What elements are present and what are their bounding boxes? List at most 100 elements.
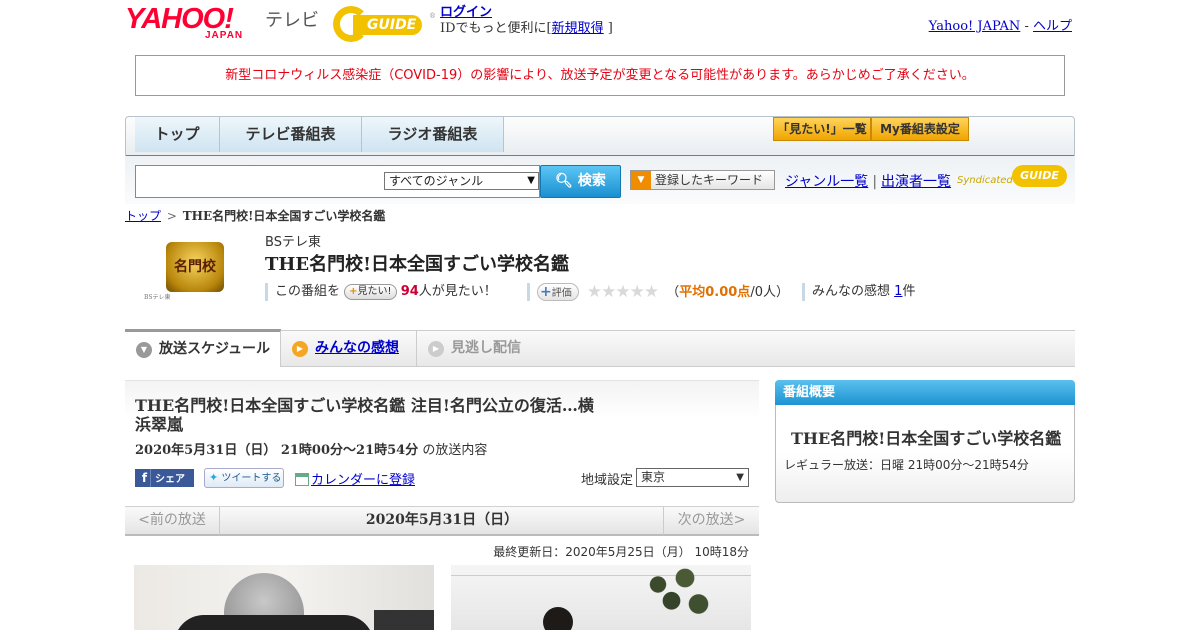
genre-list-link[interactable]: ジャンル一覧 — [785, 174, 868, 190]
tweet-label: ツイートする — [221, 473, 282, 484]
play-icon: ▶ — [292, 341, 308, 357]
tab-label: 見逃し配信 — [451, 340, 521, 356]
dropdown-arrow-icon: ▼ — [736, 472, 744, 483]
tab-broadcast-schedule[interactable]: ▼ 放送スケジュール — [125, 329, 281, 367]
channel-name: BSテレ東 — [265, 235, 321, 250]
broadcast-date-time: 2020年5月31日（日） 21時00分～21時54分 — [135, 443, 419, 458]
broadcast-date-suffix: の放送内容 — [422, 443, 488, 458]
program-logo: 名門校 BSテレ東 — [140, 238, 230, 301]
calendar-icon — [295, 473, 309, 486]
genre-select[interactable]: すべてのジャンル ▼ — [384, 172, 539, 190]
nav-tab-radio-schedule[interactable]: ラジオ番組表 — [362, 117, 504, 152]
broadcast-panel: THE名門校!日本全国すごい学校名鑑 注目!名門公立の復活…横浜翠嵐 2020年… — [125, 380, 759, 506]
login-area: ログイン IDでもっと便利に[新規取得 ] — [440, 5, 613, 37]
top-links: Yahoo! JAPAN - ヘルプ — [929, 15, 1072, 34]
facebook-share-label: シェア — [155, 474, 185, 485]
program-logo-badge: 名門校 — [166, 242, 224, 292]
breadcrumb-separator: > — [166, 209, 177, 223]
id-benefit-text: IDでもっと便利に[ — [440, 21, 552, 36]
facebook-icon: f — [139, 469, 151, 487]
twitter-bird-icon: ✦ — [209, 471, 219, 484]
plant — [631, 565, 721, 630]
search-row: すべてのジャンル ▼ 🔍︎ 検索 ▼ 登録したキーワード ジャンル一覧 | 出演者一… — [125, 156, 1075, 204]
plus-icon: + — [540, 284, 552, 300]
program-logo-channel: BSテレ東 — [144, 294, 171, 301]
play-icon: ▶ — [428, 341, 444, 357]
program-summary-panel: 番組概要 THE名門校!日本全国すごい学校名鑑 レギュラー放送：日曜 21時00… — [775, 380, 1075, 503]
breadcrumb-top-link[interactable]: トップ — [125, 209, 161, 223]
yahoo-logo-sub: JAPAN — [205, 30, 244, 41]
genre-links: ジャンル一覧 | 出演者一覧 — [785, 171, 951, 191]
rating-block: +評価 ★★★★★ （平均0.00点/0人） — [527, 283, 789, 301]
rating-stars-icon: ★★★★★ — [586, 282, 659, 302]
yahoo-japan-link[interactable]: Yahoo! JAPAN — [929, 19, 1021, 34]
reviews-block: みんなの感想 1件 — [802, 283, 915, 301]
dropdown-arrow-icon: ▼ — [527, 175, 535, 186]
register-link[interactable]: 新規取得 — [552, 21, 604, 36]
triangle-down-icon: ▼ — [631, 171, 651, 189]
person-head — [543, 607, 573, 630]
calendar-register: カレンダーに登録 — [295, 469, 415, 488]
prev-broadcast-button[interactable]: <前の放送 — [125, 507, 220, 535]
broadcast-title: THE名門校!日本全国すごい学校名鑑 注目!名門公立の復活…横浜翠嵐 — [135, 396, 594, 434]
login-link[interactable]: ログイン — [440, 5, 492, 20]
program-subtabs: ▼ 放送スケジュール ▶ みんなの感想 ▶ 見逃し配信 — [125, 329, 1075, 367]
mitai-prefix: この番組を — [275, 284, 341, 299]
rating-people: /0人） — [750, 285, 789, 300]
site-header: YAHOO! JAPAN テレビ GUIDE ® ログイン IDでもっと便利に[… — [125, 0, 1075, 48]
yahoo-japan-logo[interactable]: YAHOO! JAPAN — [125, 4, 263, 42]
broadcast-date: 2020年5月31日（日） 21時00分～21時54分 の放送内容 — [135, 439, 487, 458]
region-select[interactable]: 東京 ▼ — [636, 468, 749, 487]
calendar-register-link[interactable]: カレンダーに登録 — [311, 473, 415, 488]
syndicated-gguide-logo: Syndicated GUIDE — [957, 165, 1072, 193]
facebook-share-button[interactable]: f シェア — [135, 469, 194, 487]
summary-regular-slot: レギュラー放送：日曜 21時00分～21時54分 — [784, 458, 1029, 472]
reviews-suffix: 件 — [902, 284, 916, 299]
summary-title: THE名門校!日本全国すごい学校名鑑 — [791, 429, 1062, 448]
search-button-label: 検索 — [577, 173, 606, 189]
syndicated-gguide-text: GUIDE — [1012, 165, 1067, 187]
mitai-count: 94 — [400, 284, 419, 299]
tab-catch-up[interactable]: ▶ 見逃し配信 — [417, 331, 547, 367]
help-link[interactable]: ヘルプ — [1033, 19, 1072, 34]
link-separator: | — [872, 174, 878, 190]
my-schedule-settings-button[interactable]: My番組表設定 — [871, 117, 969, 141]
search-icon: 🔍︎ — [555, 173, 573, 189]
search-button[interactable]: 🔍︎ 検索 — [540, 165, 621, 198]
gguide-logo-text: GUIDE — [353, 15, 423, 35]
person-body — [174, 615, 374, 630]
rating-average: 平均0.00点 — [679, 285, 751, 300]
desk-object — [374, 610, 434, 630]
region-label: 地域設定 — [581, 473, 634, 488]
rate-button[interactable]: +評価 — [537, 283, 579, 301]
region-select-value: 東京 — [641, 470, 666, 484]
gguide-logo[interactable]: GUIDE ® — [333, 6, 436, 42]
breadcrumb: トップ > THE名門校!日本全国すごい学校名鑑 — [125, 207, 385, 224]
registered-keyword-label: 登録したキーワード — [655, 173, 764, 187]
id-benefit-close: ] — [607, 21, 613, 36]
nav-tab-top[interactable]: トップ — [135, 117, 220, 152]
program-photo-1[interactable] — [134, 565, 434, 630]
registered-keyword-button[interactable]: ▼ 登録したキーワード — [630, 170, 775, 190]
current-broadcast-date: 2020年5月31日（日） — [365, 512, 519, 528]
nav-tab-tv-schedule[interactable]: テレビ番組表 — [220, 117, 362, 152]
last-updated: 最終更新日：2020年5月25日（月） 10時18分 — [493, 545, 749, 559]
breadcrumb-current: THE名門校!日本全国すごい学校名鑑 — [182, 209, 386, 223]
tweet-button[interactable]: ✦ ツイートする — [204, 468, 284, 488]
mitai-block: この番組を +見たい! 94人が見たい！ — [265, 283, 497, 301]
tab-label: みんなの感想 — [315, 340, 399, 356]
mitai-button[interactable]: +見たい! — [344, 284, 397, 300]
mitai-suffix: 人が見たい！ — [418, 284, 497, 299]
registered-mark-icon: ® — [429, 12, 436, 20]
program-title: THE名門校!日本全国すごい学校名鑑 — [265, 254, 570, 275]
plus-icon: + — [349, 286, 358, 297]
syndicated-text: Syndicated — [957, 175, 1013, 186]
cast-list-link[interactable]: 出演者一覧 — [881, 174, 951, 190]
next-broadcast-button[interactable]: 次の放送> — [663, 507, 759, 535]
rating-open: （ — [666, 285, 680, 300]
program-photo-2[interactable] — [451, 565, 751, 630]
tv-label[interactable]: テレビ — [265, 6, 319, 32]
broadcast-navigation: <前の放送 2020年5月31日（日） 次の放送> — [125, 506, 759, 536]
tab-reviews[interactable]: ▶ みんなの感想 — [281, 331, 417, 367]
mitai-list-button[interactable]: 「見たい!」一覧 — [773, 117, 871, 141]
